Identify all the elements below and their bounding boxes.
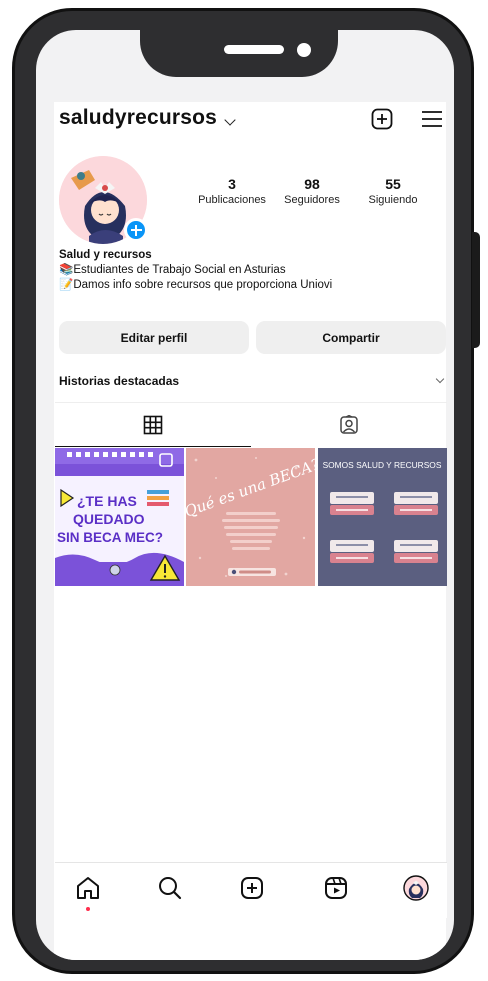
speaker-icon (224, 45, 284, 54)
edit-profile-button[interactable]: Editar perfil (59, 321, 249, 354)
chevron-down-icon[interactable] (224, 114, 236, 126)
home-icon[interactable] (75, 875, 101, 901)
add-story-icon[interactable] (124, 218, 148, 242)
stat-posts-label: Publicaciones (198, 194, 266, 206)
stat-posts[interactable]: 3 Publicaciones (187, 176, 277, 206)
bio-line-text: Damos info sobre recursos que proporcion… (73, 279, 333, 291)
camera-icon (297, 43, 311, 57)
create-icon[interactable] (239, 875, 265, 901)
post-thumbnail[interactable]: ¿Qué es una BECA? (186, 448, 315, 586)
post-1-line-2: QUEDADO (73, 511, 145, 527)
post-thumbnail[interactable]: ¿TE HAS QUEDADO SIN BECA MEC? (55, 448, 184, 586)
highlights-title[interactable]: Historias destacadas (59, 374, 179, 388)
bio-line: 📝Damos info sobre recursos que proporcio… (59, 278, 439, 293)
stat-posts-value: 3 (228, 176, 236, 192)
tab-tagged[interactable] (251, 403, 447, 447)
add-post-icon[interactable] (371, 108, 393, 130)
menu-icon[interactable] (421, 109, 443, 129)
stat-following[interactable]: 55 Siguiendo (348, 176, 438, 206)
profile-bio: Salud y recursos 📚Estudiantes de Trabajo… (59, 248, 439, 293)
username[interactable]: saludyrecursos (59, 106, 217, 130)
bio-line: 📚Estudiantes de Trabajo Social en Asturi… (59, 263, 439, 278)
stat-followers-value: 98 (304, 176, 320, 192)
memo-emoji-icon: 📝 (59, 279, 74, 291)
stat-following-label: Siguiendo (368, 194, 418, 206)
tagged-icon (340, 415, 358, 434)
profile-avatar[interactable] (403, 875, 429, 901)
share-profile-button[interactable]: Compartir (256, 321, 446, 354)
phone-side-button (472, 232, 480, 348)
post-3-artwork: SOMOS SALUD Y RECURSOS (318, 448, 447, 586)
books-emoji-icon: 📚 (59, 264, 74, 276)
grid-icon (143, 415, 163, 435)
phone-notch (140, 21, 338, 77)
tab-posts-grid[interactable] (55, 403, 251, 447)
reels-icon[interactable] (323, 875, 349, 901)
profile-header: saludyrecursos (59, 104, 451, 134)
posts-grid: ¿TE HAS QUEDADO SIN BECA MEC? ¿Qué es un… (55, 448, 447, 586)
post-1-artwork: ¿TE HAS QUEDADO SIN BECA MEC? (55, 448, 184, 586)
stat-followers[interactable]: 98 Seguidores (267, 176, 357, 206)
stat-followers-label: Seguidores (284, 194, 340, 206)
post-thumbnail[interactable]: SOMOS SALUD Y RECURSOS (318, 448, 447, 586)
bio-line-text: Estudiantes de Trabajo Social en Asturia… (73, 264, 286, 276)
display-name: Salud y recursos (59, 249, 152, 261)
stat-following-value: 55 (385, 176, 401, 192)
post-1-line-3: SIN BECA MEC? (57, 530, 163, 545)
post-3-title: SOMOS SALUD Y RECURSOS (323, 460, 442, 470)
profile-tabs (55, 402, 447, 447)
notification-dot (86, 907, 90, 911)
search-icon[interactable] (157, 875, 183, 901)
bottom-nav (55, 862, 447, 918)
post-1-line-1: ¿TE HAS (77, 493, 137, 509)
post-2-artwork: ¿Qué es una BECA? (186, 448, 315, 586)
